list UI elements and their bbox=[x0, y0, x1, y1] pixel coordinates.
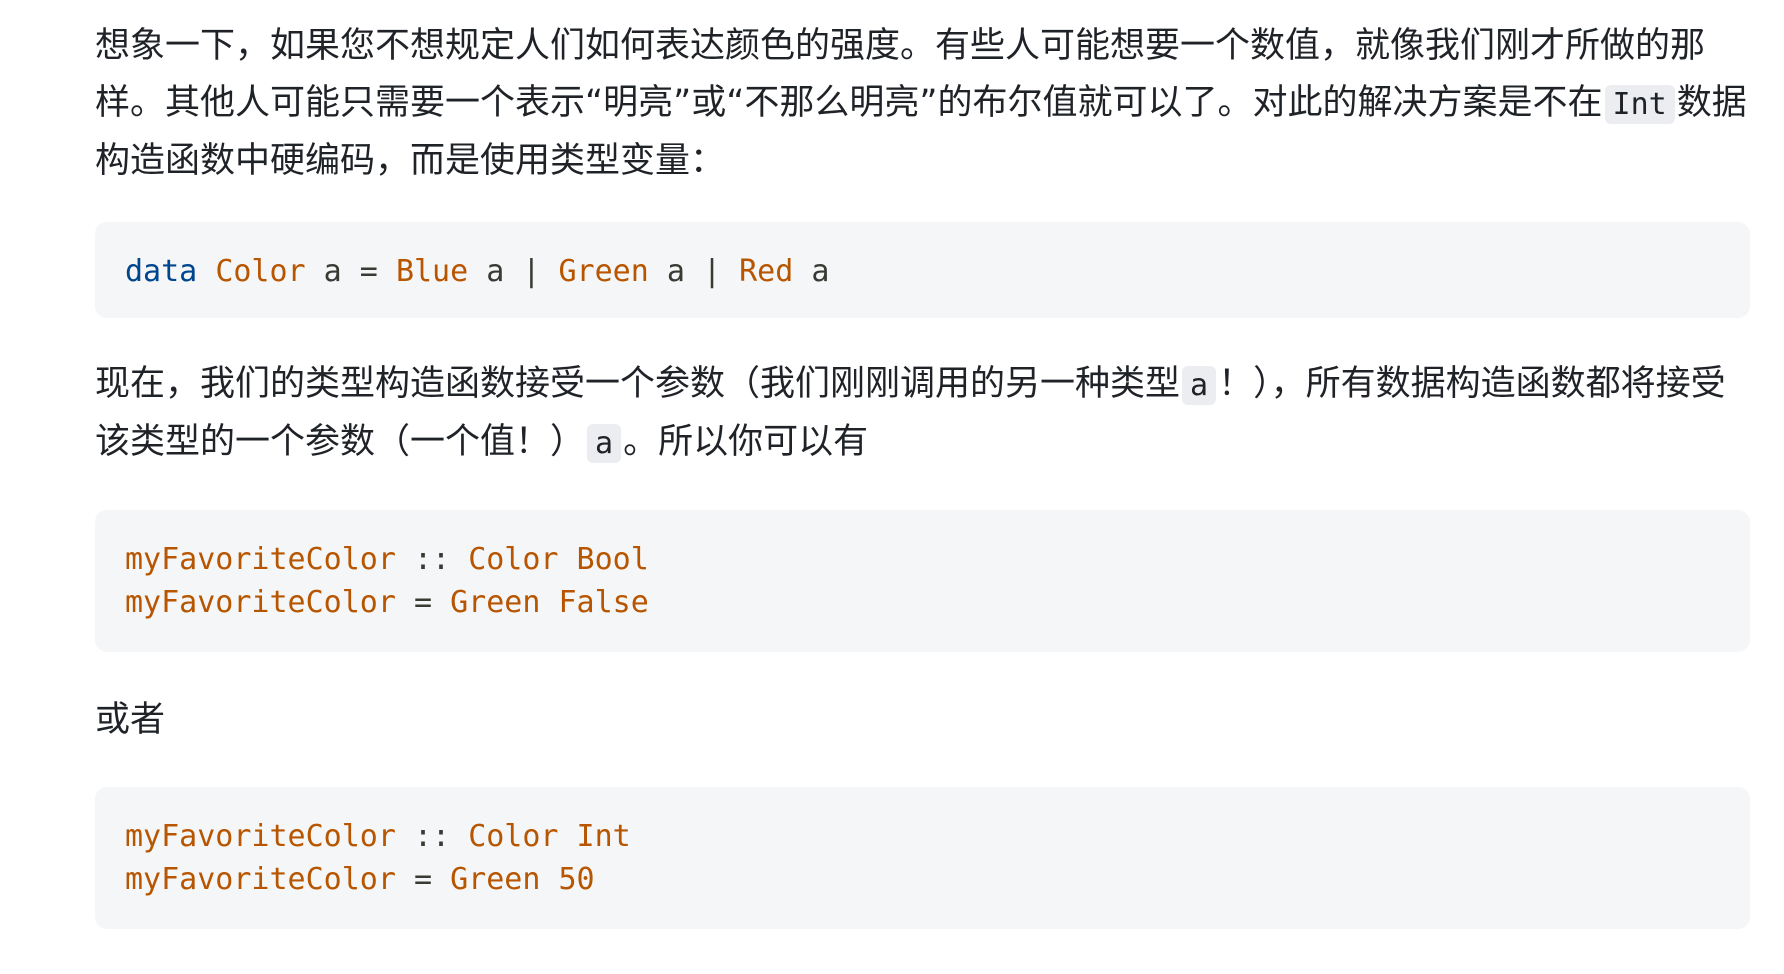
article-content: 想象一下，如果您不想规定人们如何表达颜色的强度。有些人可能想要一个数值，就像我们… bbox=[95, 18, 1750, 929]
page: { "paragraphs": { "p1_line1": "想象一下，如果您不… bbox=[0, 0, 1784, 974]
code-type: Color Bool bbox=[468, 542, 649, 577]
code-identifier: myFavoriteColor bbox=[125, 542, 396, 577]
paragraph-explanation-text-end: 。所以你可以有 bbox=[623, 422, 869, 462]
code-block-int-example: myFavoriteColor :: Color Int myFavoriteC… bbox=[95, 787, 1750, 929]
code-text: a | bbox=[468, 254, 559, 289]
code-constructor: Red bbox=[739, 254, 794, 289]
code-operator: = bbox=[395, 585, 451, 620]
inline-code-a: a bbox=[1182, 366, 1217, 405]
paragraph-explanation: 现在，我们的类型构造函数接受一个参数（我们刚刚调用的另一种类型 a ！），所有数据构… bbox=[95, 356, 1750, 472]
code-text: a bbox=[793, 254, 830, 289]
code-value: Green False bbox=[450, 585, 649, 620]
code-value: Green 50 bbox=[450, 862, 595, 897]
paragraph-intro: 想象一下，如果您不想规定人们如何表达颜色的强度。有些人可能想要一个数值，就像我们… bbox=[95, 18, 1750, 181]
code-operator: :: bbox=[395, 819, 469, 854]
code-operator: :: bbox=[395, 542, 469, 577]
code-constructor: Green bbox=[558, 254, 649, 289]
code-type-name: Color bbox=[215, 254, 306, 289]
paragraph-explanation-text: 现在，我们的类型构造函数接受一个参数（我们刚刚调用的另一种类型 bbox=[95, 364, 1181, 404]
code-text: a = bbox=[305, 254, 396, 289]
code-block-data-color: data Color a = Blue a | Green a | Red a bbox=[95, 222, 1750, 318]
code-keyword: data bbox=[125, 254, 198, 289]
code-identifier: myFavoriteColor bbox=[125, 819, 396, 854]
code-type: Color Int bbox=[468, 819, 631, 854]
code-constructor: Blue bbox=[395, 254, 469, 289]
code-identifier: myFavoriteColor bbox=[125, 585, 396, 620]
code-identifier: myFavoriteColor bbox=[125, 862, 396, 897]
paragraph-or: 或者 bbox=[95, 700, 166, 740]
inline-code-int: Int bbox=[1604, 85, 1675, 124]
paragraph-intro-text: 想象一下，如果您不想规定人们如何表达颜色的强度。有些人可能想要一个数值，就像我们… bbox=[95, 26, 1706, 123]
code-text: a | bbox=[648, 254, 740, 289]
code-operator: = bbox=[395, 862, 451, 897]
inline-code-a: a bbox=[587, 424, 622, 463]
code-block-bool-example: myFavoriteColor :: Color Bool myFavorite… bbox=[95, 510, 1750, 652]
